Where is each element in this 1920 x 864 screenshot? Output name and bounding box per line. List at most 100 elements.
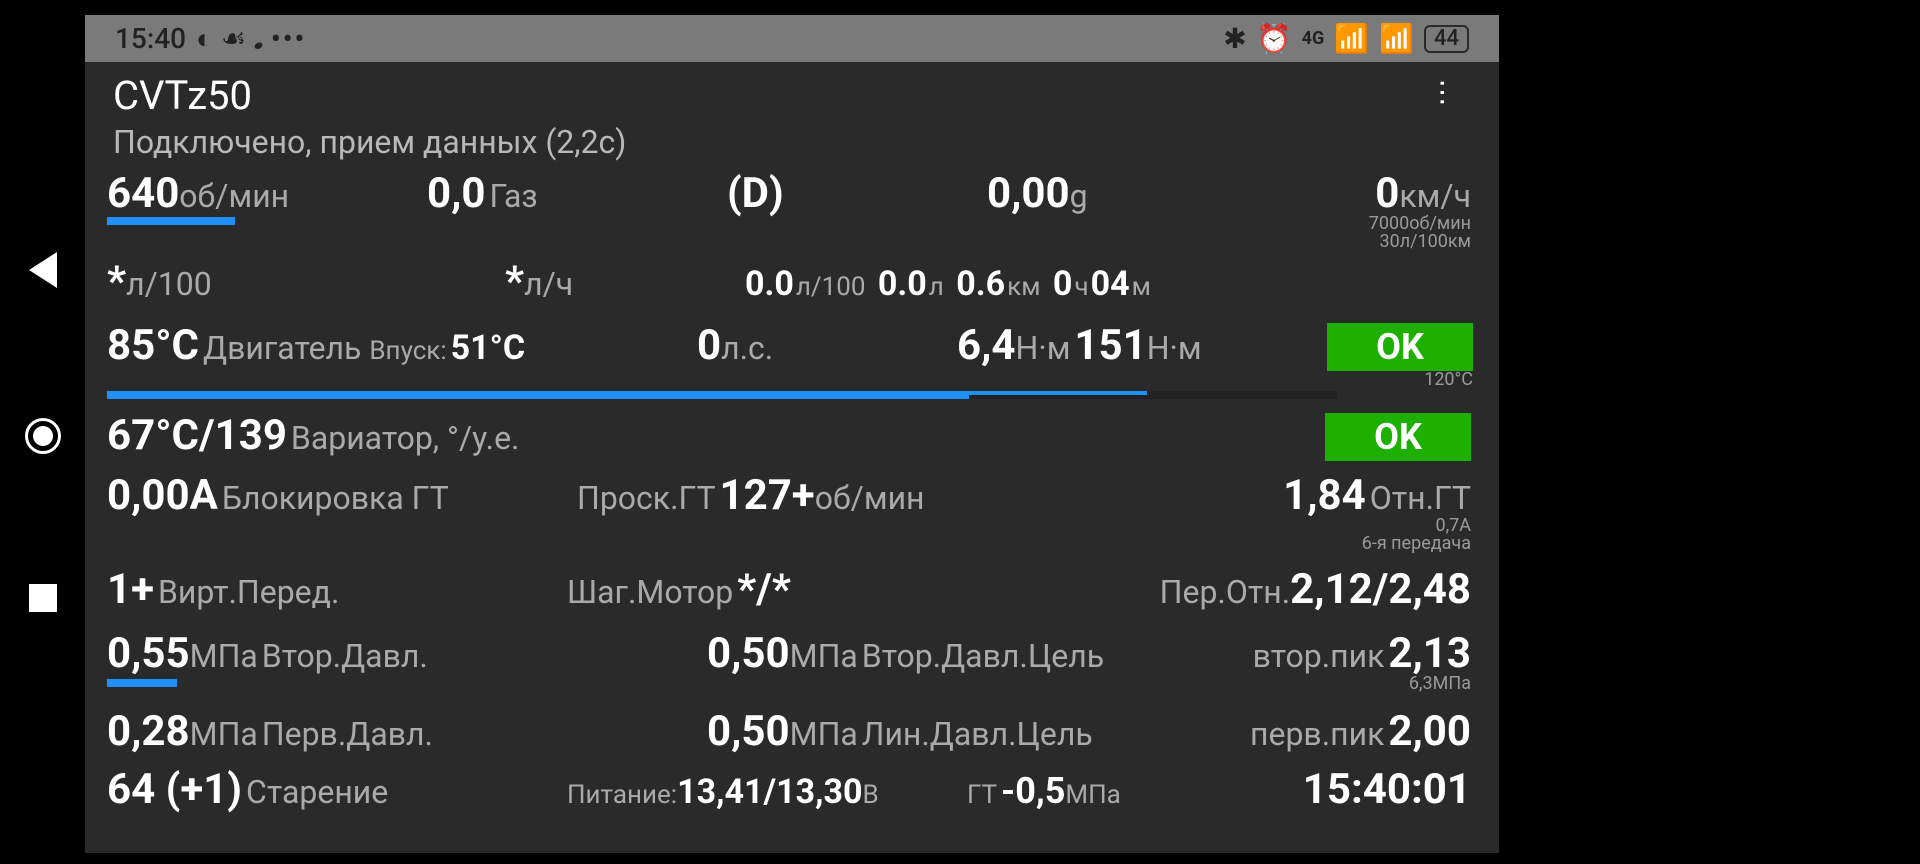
aging-value: 64 (+1) (107, 765, 242, 814)
rpm-unit: об/мин (179, 177, 289, 215)
pri-press-unit: МПа (190, 715, 258, 753)
sec-press-label: Втор.Давл. (262, 637, 428, 675)
cvt-temp-value: 67°C/139 (107, 411, 287, 460)
row-pri-pressure[interactable]: 0,28МПа Перв.Давл. 0,50МПа Лин.Давл.Цель… (107, 711, 1471, 753)
temp-scale: 120°C (1327, 371, 1473, 389)
trip-stats: 0.0л/100 0.0л 0.6км 0ч04м (745, 267, 1471, 301)
step-motor-label: Шаг.Мотор (567, 573, 733, 611)
app-title: CVTz50 (113, 72, 626, 119)
engine-temp-label: Двигатель (203, 329, 361, 367)
accel-unit: g (1070, 177, 1088, 215)
slip-value: 127+ (720, 471, 815, 520)
slip-label: Проск.ГТ (577, 479, 716, 517)
speed-value: 0 (1375, 169, 1399, 218)
sec-press-value: 0,55 (107, 629, 190, 678)
alarm-icon: ◐ (196, 22, 213, 55)
torque1-unit: Н·м (1016, 329, 1071, 367)
voltage-unit: В (863, 780, 879, 810)
tc-press-value: -0,5 (1001, 770, 1065, 812)
dashboard: 640об/мин 0,0 Газ (D) 0,00g 0км/ч 7000об… (107, 173, 1499, 811)
android-nav-bar (0, 0, 85, 864)
throttle-label: Газ (490, 177, 538, 215)
fuel100-unit: л/100 (126, 265, 212, 303)
line-press-target-value: 0,50 (707, 707, 790, 756)
leaf-icon: ☙ (221, 22, 246, 55)
home-icon[interactable] (25, 418, 61, 454)
sec-press-target-unit: МПа (790, 637, 858, 675)
more-status-icon: ••• (271, 22, 306, 55)
row-lockup[interactable]: 0,00A Блокировка ГТ Проск.ГТ 127+об/мин … (107, 475, 1471, 553)
voltage-value: 13,41/13,30 (677, 772, 862, 812)
intake-value: 51°C (451, 328, 526, 368)
aging-label: Старение (246, 773, 388, 811)
vgear-label: Вирт.Перед. (158, 573, 339, 611)
recents-icon[interactable] (29, 584, 57, 612)
app-clock: 15:40:01 (1303, 765, 1471, 814)
pri-peak-label: перв.пик (1250, 715, 1384, 753)
voltage-label: Питание: (567, 780, 677, 810)
fuel100-value: * (107, 257, 126, 306)
line-press-target-label: Лин.Давл.Цель (862, 715, 1093, 753)
connection-status: Подключено, прием данных (2,2с) (113, 123, 626, 161)
sec-peak-value: 2,13 (1388, 629, 1471, 678)
engine-temp-bar (107, 391, 1337, 399)
app-window: 15:40 ◐ ☙ 𝅘 ••• ✱ ⏰ 4G 📶 📶 44 CVTz50 Под… (85, 15, 1499, 853)
phone-icon: 𝅘 (254, 22, 263, 56)
status-clock: 15:40 (115, 22, 186, 55)
signal2-icon: 📶 (1379, 22, 1414, 55)
torque1-value: 6,4 (957, 321, 1016, 370)
torque2-unit: Н·м (1147, 329, 1202, 367)
rpm-bar (107, 217, 235, 225)
power-value: 0 (697, 321, 721, 370)
cvt-temp-label: Вариатор, °/у.е. (291, 419, 520, 457)
pri-press-value: 0,28 (107, 707, 190, 756)
engine-status-badge: OK (1327, 323, 1473, 371)
tc-press-label: ГТ (967, 780, 997, 810)
gear-ratio-value: 2,12/2,48 (1290, 565, 1471, 614)
pri-press-label: Перв.Давл. (262, 715, 433, 753)
pri-peak-value: 2,00 (1388, 707, 1471, 756)
alarm-clock-icon: ⏰ (1257, 22, 1292, 55)
vgear-value: 1+ (107, 565, 154, 614)
tc-ratio-value: 1,84 (1283, 471, 1366, 520)
accel-value: 0,00 (987, 169, 1070, 218)
gear-indicator: (D) (727, 169, 784, 218)
speed-unit: км/ч (1399, 177, 1471, 215)
line-press-target-unit: МПа (790, 715, 858, 753)
status-bar: 15:40 ◐ ☙ 𝅘 ••• ✱ ⏰ 4G 📶 📶 44 (85, 15, 1499, 62)
throttle-value: 0,0 (427, 169, 486, 218)
fuel-scale: 30л/100км (1247, 233, 1471, 251)
torque2-value: 151 (1074, 321, 1146, 370)
battery-indicator: 44 (1424, 25, 1469, 53)
sec-press-bar (107, 679, 177, 687)
sec-press-scale: 6,3МПа (1253, 675, 1471, 693)
row-engine-speed[interactable]: 640об/мин 0,0 Газ (D) 0,00g 0км/ч 7000об… (107, 173, 1471, 251)
fuelh-unit: л/ч (524, 265, 573, 303)
row-fuel[interactable]: *л/100 *л/ч 0.0л/100 0.0л 0.6км 0ч04м (107, 261, 1471, 303)
step-motor-value: */* (737, 565, 791, 614)
network-type: 4G (1302, 28, 1325, 49)
sec-peak-label: втор.пик (1253, 637, 1385, 675)
row-virtual-gear[interactable]: 1+ Вирт.Перед. Шаг.Мотор */* Пер.Отн.2,1… (107, 569, 1471, 611)
engine-temp-value: 85°C (107, 321, 199, 370)
row-engine-temp[interactable]: 85°C Двигатель Впуск: 51°C 0л.с. 6,4Н·м … (107, 323, 1471, 389)
sec-press-unit: МПа (190, 637, 258, 675)
tc-ratio-label: Отн.ГТ (1370, 479, 1471, 517)
signal-icon: 📶 (1334, 22, 1369, 55)
rpm-value: 640 (107, 169, 179, 218)
row-aging[interactable]: 64 (+1) Старение Питание:13,41/13,30В ГТ… (107, 769, 1471, 811)
row-cvt-temp[interactable]: 67°C/139 Вариатор, °/у.е. OK (107, 413, 1471, 461)
gear-hint: 6-я передача (1283, 535, 1471, 553)
intake-label: Впуск: (369, 336, 446, 366)
cvt-status-badge: OK (1325, 413, 1471, 461)
row-sec-pressure[interactable]: 0,55МПа Втор.Давл. 0,50МПа Втор.Давл.Цел… (107, 633, 1471, 693)
overflow-menu-button[interactable]: ⋯ (1427, 79, 1478, 117)
back-icon[interactable] (29, 252, 57, 288)
tc-press-unit: МПа (1065, 780, 1120, 810)
slip-unit: об/мин (815, 479, 925, 517)
fuelh-value: * (505, 257, 524, 306)
sec-press-target-value: 0,50 (707, 629, 790, 678)
lockup-label: Блокировка ГТ (222, 479, 449, 517)
sec-press-target-label: Втор.Давл.Цель (862, 637, 1104, 675)
power-unit: л.с. (721, 329, 773, 367)
